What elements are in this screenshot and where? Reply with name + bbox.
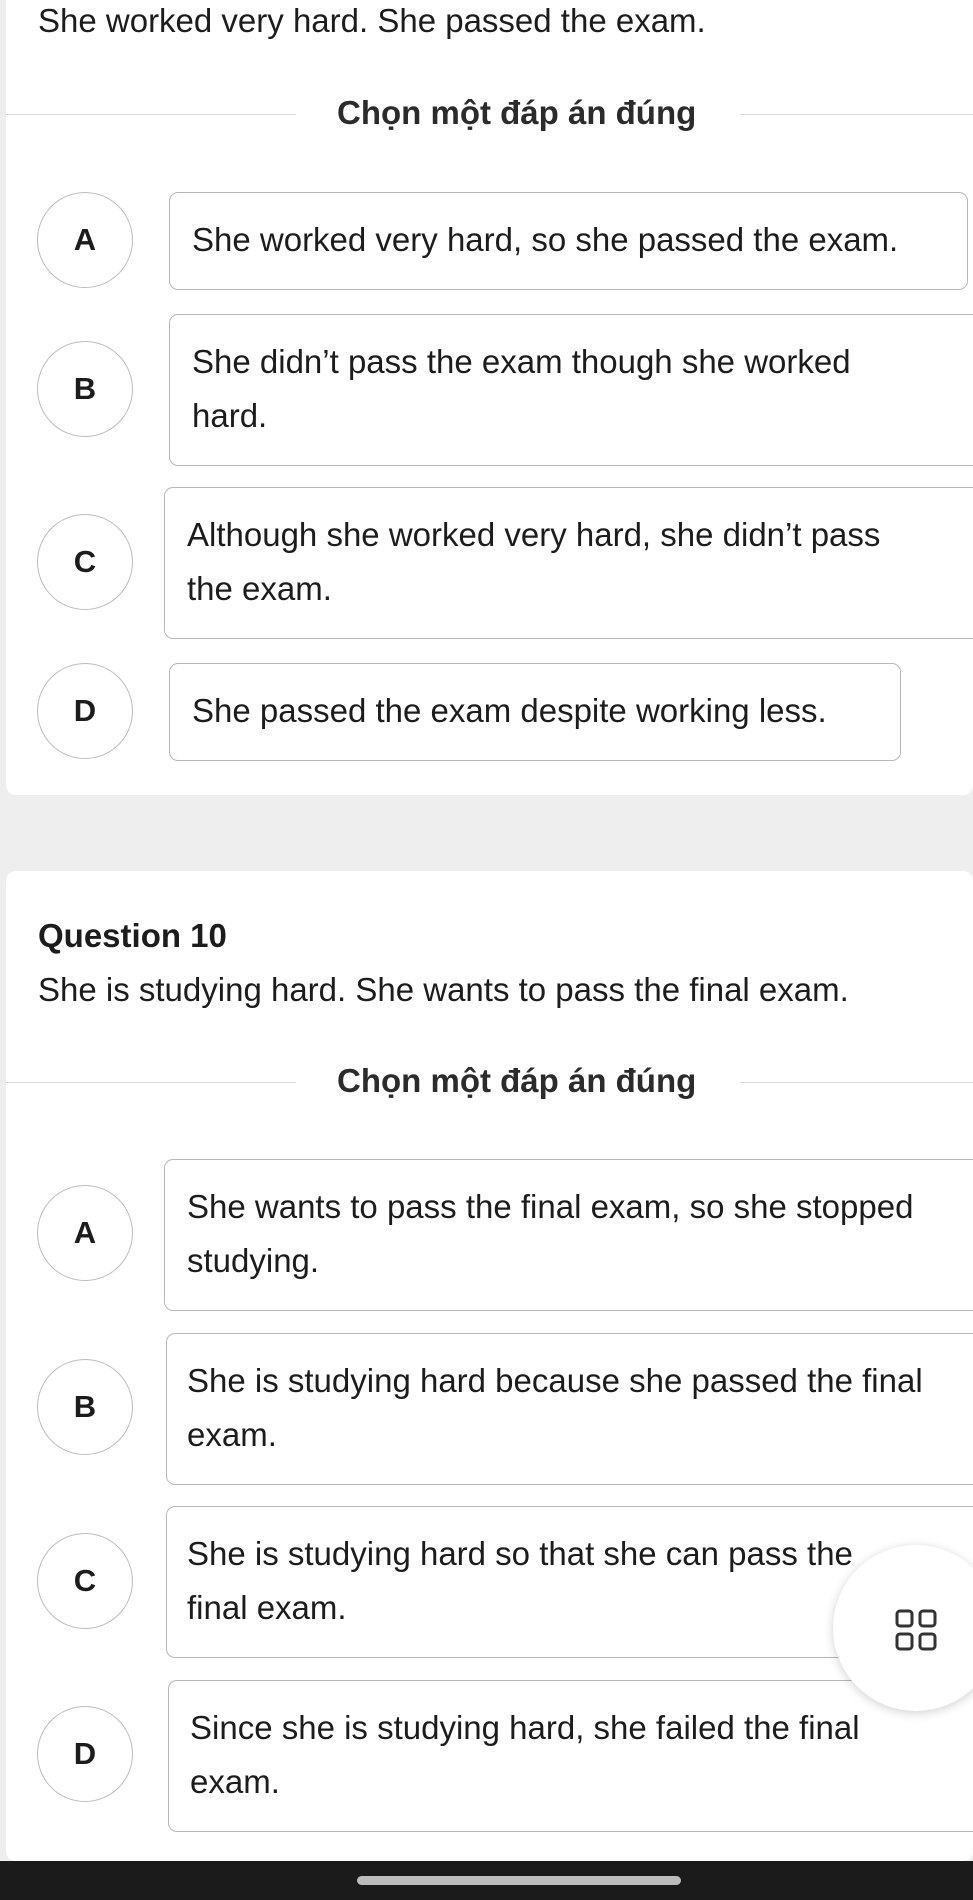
- option-c-text-line2: final exam.: [187, 1589, 347, 1626]
- option-b-answer[interactable]: She didn’t pass the exam though she work…: [169, 314, 973, 466]
- option-c-text-line1: She is studying hard so that she can pas…: [187, 1535, 853, 1572]
- option-d-text-line2: exam.: [190, 1763, 280, 1800]
- option-a-answer[interactable]: She wants to pass the final exam, so she…: [164, 1159, 973, 1311]
- divider-left: [6, 114, 296, 115]
- grid-icon: [895, 1609, 937, 1651]
- option-b-answer[interactable]: She is studying hard because she passed …: [166, 1333, 973, 1485]
- option-b-text-line1: She is studying hard because she passed …: [187, 1362, 923, 1399]
- option-c-answer[interactable]: Although she worked very hard, she didn’…: [164, 487, 973, 639]
- option-b-text-line1: She didn’t pass the exam though she work…: [192, 343, 851, 380]
- divider-right: [740, 114, 973, 115]
- option-c-letter[interactable]: C: [37, 514, 133, 610]
- option-a-letter[interactable]: A: [37, 192, 133, 288]
- instruction-label: Chọn một đáp án đúng: [337, 1062, 697, 1099]
- option-a-text-line2: studying.: [187, 1242, 320, 1279]
- option-c-text-line2: the exam.: [187, 570, 332, 607]
- question-9-text: She worked very hard. She passed the exa…: [38, 2, 706, 39]
- option-d-answer[interactable]: She passed the exam despite working less…: [169, 663, 901, 761]
- question-10-text: She is studying hard. She wants to pass …: [38, 971, 849, 1008]
- option-a-letter[interactable]: A: [37, 1185, 133, 1281]
- option-d-letter[interactable]: D: [37, 1706, 133, 1802]
- option-c-letter[interactable]: C: [37, 1533, 133, 1629]
- option-b-letter[interactable]: B: [37, 1359, 133, 1455]
- option-b-text-line2: hard.: [192, 397, 268, 434]
- option-d-answer[interactable]: Since she is studying hard, she failed t…: [168, 1680, 973, 1832]
- option-b-text-line2: exam.: [187, 1416, 277, 1453]
- option-b-letter[interactable]: B: [37, 341, 133, 437]
- option-a-answer[interactable]: She worked very hard, so she passed the …: [169, 192, 968, 290]
- instruction-label: Chọn một đáp án đúng: [337, 94, 697, 131]
- option-d-letter[interactable]: D: [37, 663, 133, 759]
- option-a-text: She worked very hard, so she passed the …: [192, 221, 899, 258]
- option-d-text: She passed the exam despite working less…: [192, 692, 827, 729]
- divider-left: [6, 1082, 296, 1083]
- option-a-text-line1: She wants to pass the final exam, so she…: [187, 1188, 914, 1225]
- home-gesture-handle[interactable]: [357, 1876, 681, 1885]
- system-nav-bar: [0, 1861, 973, 1900]
- divider-right: [740, 1082, 973, 1083]
- question-10-title: Question 10: [38, 917, 227, 954]
- option-d-text-line1: Since she is studying hard, she failed t…: [190, 1709, 860, 1746]
- option-c-text-line1: Although she worked very hard, she didn’…: [187, 516, 881, 553]
